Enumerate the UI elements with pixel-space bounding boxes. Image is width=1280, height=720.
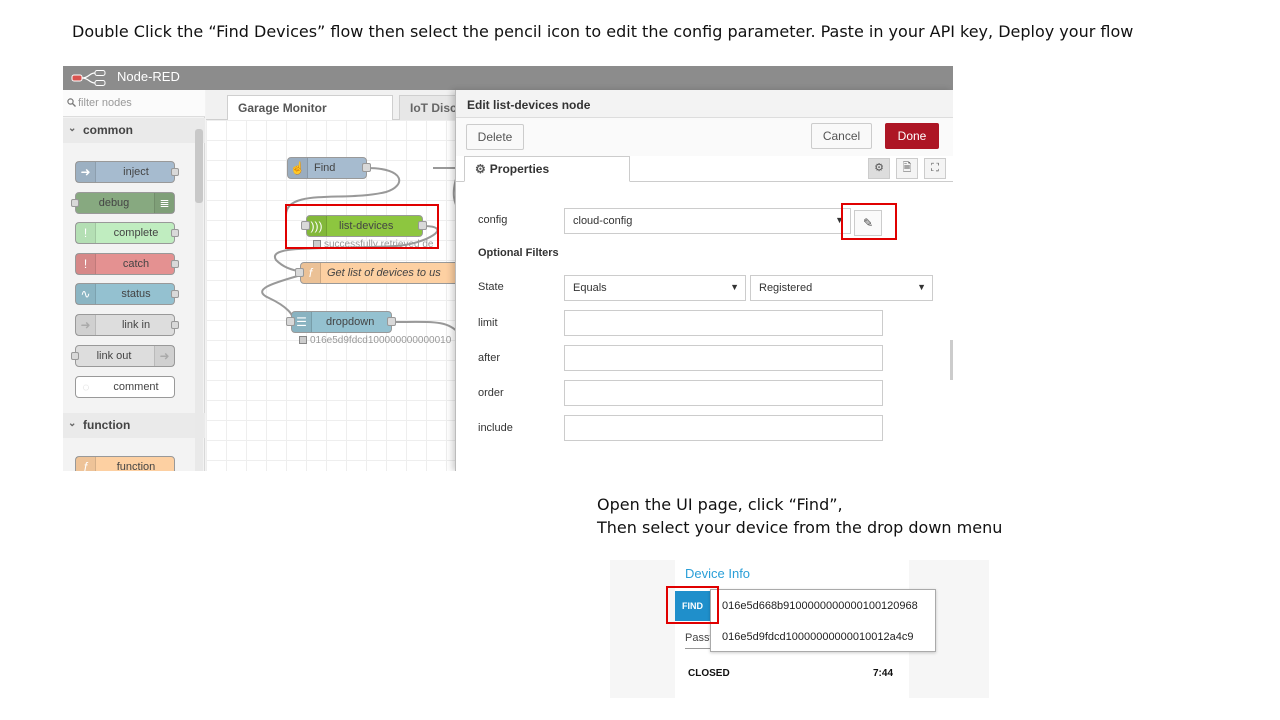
device-dropdown-menu: 016e5d668b9100000000000100120968 016e5d9… bbox=[710, 589, 936, 652]
list-icon: ☰ bbox=[292, 312, 312, 332]
palette-category-label: common bbox=[83, 123, 134, 137]
dropdown-option[interactable]: 016e5d9fdcd10000000000010012a4c9 bbox=[722, 631, 913, 643]
appearance-icon-button[interactable]: ⛶ bbox=[924, 158, 946, 179]
config-select[interactable]: cloud-config ▼ bbox=[564, 208, 851, 234]
gear-icon: ⚙ bbox=[874, 162, 884, 174]
status-time: 7:44 bbox=[873, 668, 894, 679]
search-icon bbox=[67, 98, 76, 107]
function-icon: f bbox=[301, 263, 321, 283]
app-title: Node-RED bbox=[117, 69, 180, 84]
limit-label: limit bbox=[478, 317, 498, 329]
highlight-list-devices bbox=[285, 204, 439, 249]
instruction-top: Double Click the “Find Devices” flow the… bbox=[72, 22, 1134, 41]
dashboard-panel: Device Info FIND Passv 016e5d668b9100000… bbox=[610, 560, 989, 698]
state-label: State bbox=[478, 281, 504, 293]
palette-node-status[interactable]: ∿ status bbox=[75, 283, 179, 305]
palette-category-function[interactable]: ⌄ function bbox=[63, 413, 205, 438]
exclamation-icon: ! bbox=[76, 254, 96, 274]
tray-title: Edit list-devices node bbox=[456, 90, 953, 118]
flow-canvas[interactable]: ☝ Find ))) list-devices successfully ret… bbox=[206, 120, 460, 471]
order-label: order bbox=[478, 387, 504, 399]
link-in-icon: ➜ bbox=[76, 315, 96, 335]
arrow-right-icon: ➜ bbox=[76, 162, 96, 182]
palette-node-debug[interactable]: debug ≣ bbox=[71, 192, 175, 214]
tray-scrollbar[interactable] bbox=[950, 340, 953, 380]
instruction-bottom-1: Open the UI page, click “Find”, bbox=[597, 495, 843, 514]
palette-node-function[interactable]: f function bbox=[75, 456, 175, 471]
workspace: Garage Monitor IoT Disco ☝ Find ))) list… bbox=[206, 90, 469, 471]
node-red-window: Node-RED filter nodes ⌄ common ➜ inject … bbox=[63, 66, 953, 471]
include-label: include bbox=[478, 422, 513, 434]
state-value-select[interactable]: Registered ▼ bbox=[750, 275, 933, 301]
door-status: CLOSED bbox=[688, 668, 730, 679]
flow-node-find[interactable]: ☝ Find bbox=[287, 157, 367, 179]
chevron-down-icon: ⌄ bbox=[68, 418, 77, 429]
hand-pointer-icon: ☝ bbox=[288, 158, 308, 178]
state-operator-select[interactable]: Equals ▼ bbox=[564, 275, 746, 301]
settings-icon-button[interactable]: ⚙ bbox=[868, 158, 890, 179]
node-red-logo-icon bbox=[71, 70, 106, 86]
gear-icon: ⚙ bbox=[475, 162, 486, 176]
palette-search-placeholder: filter nodes bbox=[78, 97, 132, 109]
caret-down-icon: ▼ bbox=[730, 282, 739, 292]
palette-node-comment[interactable]: ◌ comment bbox=[75, 376, 175, 398]
chevron-down-icon: ⌄ bbox=[68, 123, 77, 134]
palette-sidebar: filter nodes ⌄ common ➜ inject debug ≣ !… bbox=[63, 90, 205, 471]
dropdown-status: 016e5d9fdcd100000000000010 bbox=[299, 335, 451, 346]
instruction-bottom-2: Then select your device from the drop do… bbox=[597, 518, 1003, 537]
list-icon: ≣ bbox=[154, 193, 174, 213]
after-input[interactable] bbox=[564, 345, 883, 371]
palette-category-common[interactable]: ⌄ common bbox=[63, 118, 205, 143]
palette-node-link-in[interactable]: ➜ link in bbox=[75, 314, 179, 336]
optional-filters-heading: Optional Filters bbox=[478, 247, 559, 259]
device-info-title: Device Info bbox=[685, 566, 751, 581]
flow-node-function[interactable]: f Get list of devices to us bbox=[300, 262, 460, 284]
limit-input[interactable] bbox=[564, 310, 883, 336]
tab-properties[interactable]: ⚙ Properties bbox=[464, 156, 630, 182]
order-input[interactable] bbox=[564, 380, 883, 406]
palette-node-inject[interactable]: ➜ inject bbox=[75, 161, 179, 183]
tab-garage-monitor[interactable]: Garage Monitor bbox=[227, 95, 393, 120]
cancel-button[interactable]: Cancel bbox=[811, 123, 872, 149]
pulse-icon: ∿ bbox=[76, 284, 96, 304]
done-button[interactable]: Done bbox=[885, 123, 939, 149]
after-label: after bbox=[478, 352, 501, 364]
function-icon: f bbox=[76, 457, 96, 471]
frame-icon: ⛶ bbox=[931, 162, 939, 174]
workspace-tabs: Garage Monitor IoT Disco bbox=[206, 90, 469, 120]
link-out-icon: ➜ bbox=[154, 346, 174, 366]
file-icon: 🗎 bbox=[902, 162, 912, 174]
highlight-find-button bbox=[666, 586, 719, 624]
exclamation-icon: ! bbox=[76, 223, 96, 243]
palette-category-label: function bbox=[83, 418, 131, 432]
description-icon-button[interactable]: 🗎 bbox=[896, 158, 918, 179]
edit-tray: Edit list-devices node Delete Cancel Don… bbox=[455, 90, 953, 471]
palette-node-complete[interactable]: ! complete bbox=[75, 222, 179, 244]
tray-toolbar: Delete Cancel Done bbox=[456, 118, 953, 156]
palette-node-catch[interactable]: ! catch bbox=[75, 253, 179, 275]
config-label: config bbox=[478, 214, 508, 226]
flow-node-dropdown[interactable]: ☰ dropdown bbox=[291, 311, 392, 333]
palette-search[interactable]: filter nodes bbox=[63, 90, 205, 117]
node-red-header: Node-RED bbox=[63, 66, 953, 90]
dropdown-option[interactable]: 016e5d668b9100000000000100120968 bbox=[722, 600, 918, 612]
delete-button[interactable]: Delete bbox=[466, 124, 524, 150]
comment-icon: ◌ bbox=[82, 380, 90, 394]
caret-down-icon: ▼ bbox=[917, 282, 926, 292]
palette-node-link-out[interactable]: link out ➜ bbox=[71, 345, 175, 367]
highlight-pencil bbox=[841, 203, 897, 240]
palette-scrollbar[interactable] bbox=[195, 129, 203, 471]
include-input[interactable] bbox=[564, 415, 883, 441]
